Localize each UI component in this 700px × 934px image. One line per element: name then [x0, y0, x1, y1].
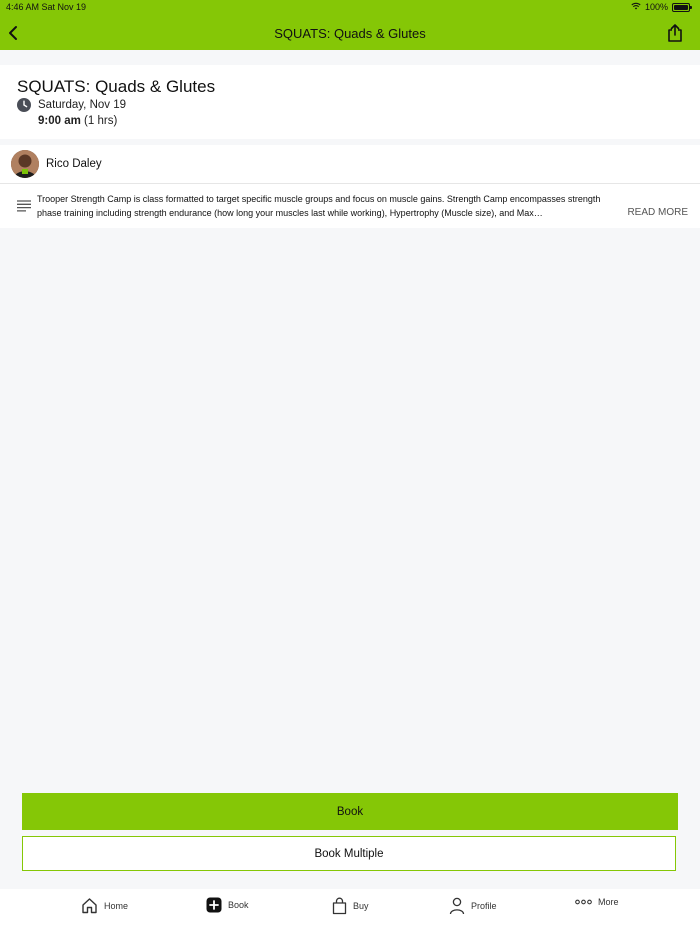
class-info-card: Rico Daley Trooper Strength Camp is clas… — [0, 145, 700, 228]
shopping-bag-icon — [332, 897, 347, 915]
tab-label: Home — [104, 900, 129, 911]
status-indicators: 100% — [631, 2, 692, 12]
tab-book[interactable]: Book — [206, 897, 249, 913]
home-icon — [82, 898, 97, 914]
read-more-link[interactable]: READ MORE — [627, 207, 688, 218]
app-header: 4:46 AM Sat Nov 19 100% SQUATS: Quads & … — [0, 0, 700, 50]
book-multiple-button[interactable]: Book Multiple — [22, 836, 676, 871]
duration: (1 hrs) — [84, 115, 118, 127]
tab-more[interactable]: More — [575, 897, 619, 907]
nav-title: SQUATS: Quads & Glutes — [274, 26, 426, 41]
class-details-card: SQUATS: Quads & Glutes Saturday, Nov 19 … — [0, 65, 700, 139]
more-dots-icon — [575, 899, 592, 905]
tab-label: Buy — [353, 901, 369, 911]
wifi-icon — [631, 2, 641, 12]
class-time: 9:00 am (1 hrs) — [38, 115, 117, 127]
user-icon — [449, 897, 465, 915]
class-description: Trooper Strength Camp is class formatted… — [37, 194, 601, 218]
battery-percent: 100% — [644, 2, 668, 12]
plus-square-icon — [206, 897, 222, 913]
battery-icon — [672, 2, 692, 12]
start-time: 9:00 am — [38, 115, 81, 127]
tab-home[interactable]: Home — [81, 897, 128, 914]
description-icon — [17, 200, 31, 212]
class-date: Saturday, Nov 19 — [38, 99, 127, 111]
clock-icon — [17, 98, 31, 112]
share-icon — [668, 24, 682, 42]
instructor-photo — [11, 150, 39, 178]
book-button[interactable]: Book — [22, 793, 678, 830]
tab-profile[interactable]: Profile — [449, 897, 497, 915]
share-button[interactable] — [664, 22, 686, 44]
class-title: SQUATS: Quads & Glutes — [17, 77, 216, 96]
avatar[interactable] — [11, 150, 39, 178]
tab-buy[interactable]: Buy — [332, 897, 369, 915]
instructor-name[interactable]: Rico Daley — [46, 158, 102, 170]
status-time: 4:46 AM Sat Nov 19 — [6, 2, 87, 12]
bottom-tab-bar: Home Book Buy Profile More — [0, 889, 700, 934]
tab-label: More — [598, 897, 619, 907]
tab-label: Book — [228, 900, 249, 910]
divider — [0, 183, 700, 184]
tab-label: Profile — [471, 901, 497, 911]
